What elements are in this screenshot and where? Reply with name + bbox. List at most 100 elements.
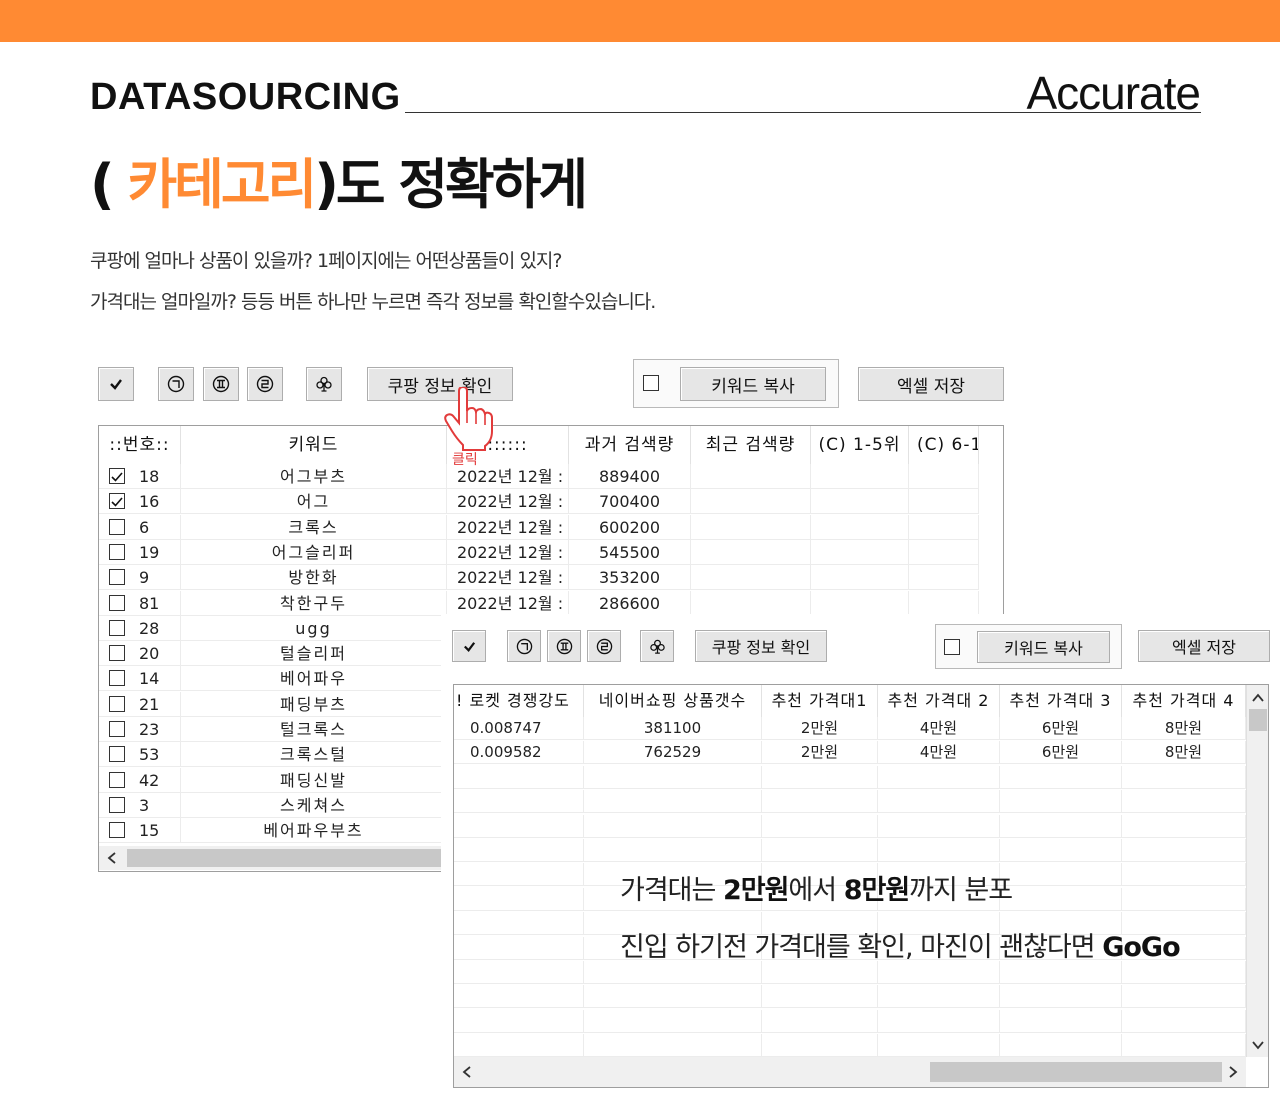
row-checkbox[interactable] — [109, 721, 125, 737]
tagline: Accurate — [1026, 67, 1201, 119]
select-all-checkbox-2[interactable] — [944, 639, 960, 655]
keyword-copy-button-2[interactable]: 키워드 복사 — [977, 631, 1110, 663]
cell-price-3 — [1000, 985, 1122, 1009]
cell-price-1 — [762, 765, 878, 789]
column-header-price-1[interactable]: 추천 가격대1 — [762, 685, 878, 717]
cell-past-volume: 286600 — [569, 590, 691, 616]
row-checkbox[interactable] — [109, 518, 125, 535]
circled-roman-two-icon — [556, 638, 572, 654]
row-checkbox[interactable] — [109, 594, 125, 611]
row-checkbox[interactable] — [109, 468, 125, 484]
column-header-number[interactable]: ::번호:: — [99, 426, 181, 464]
cell-date: 2022년 12월 : — [447, 489, 569, 515]
filter-roman-two-button-2[interactable] — [547, 630, 581, 662]
row-checkbox[interactable] — [109, 645, 125, 662]
check-icon — [111, 472, 123, 482]
cell-price-1 — [762, 961, 878, 984]
cell-number: 18 — [139, 464, 181, 489]
filter-giyeok-button[interactable] — [158, 367, 194, 401]
row-checkbox[interactable] — [109, 619, 125, 636]
column-header-naver-count[interactable]: 네이버쇼핑 상품갯수 — [584, 685, 762, 717]
column-header-price-4[interactable]: 추천 가격대 4 — [1122, 685, 1246, 717]
note-text: 가격대는 — [620, 875, 723, 906]
cell-price-4 — [1122, 863, 1246, 887]
circled-giyeok-icon — [516, 638, 532, 654]
row-checkbox[interactable] — [109, 569, 125, 586]
scroll-down-arrow-icon[interactable] — [1252, 1040, 1264, 1050]
scroll-left-arrow-icon[interactable] — [462, 1066, 472, 1078]
cell-number: 16 — [139, 489, 181, 515]
column-header-price-3[interactable]: 추천 가격대 3 — [1000, 685, 1122, 717]
check-icon — [463, 641, 475, 652]
scroll-left-arrow-icon[interactable] — [107, 852, 117, 864]
cell-price-4 — [1122, 839, 1246, 862]
cell-price-2: 4만원 — [878, 717, 1000, 740]
cell-rocket-competition — [454, 912, 584, 936]
excel-save-button-2[interactable]: 엑셀 저장 — [1138, 630, 1270, 662]
club-button[interactable] — [306, 367, 342, 401]
row-checkbox[interactable] — [109, 670, 125, 687]
cell-rocket-competition: 0.008747 — [454, 717, 584, 740]
description-line-1: 쿠팡에 얼마나 상품이 있을까? 1페이지에는 어떤상품들이 있지? — [90, 250, 562, 272]
result-window: 쿠팡 정보 확인 키워드 복사 엑셀 저장 ! 로켓 경쟁강도 네이버쇼핑 상품… — [441, 614, 1280, 1100]
cell-date: 2022년 12월 : — [447, 514, 569, 540]
table-row[interactable]: 0.008747 381100 2만원 4만원 6만원 8만원 — [454, 717, 1246, 740]
filter-roman-two-button[interactable] — [203, 367, 239, 401]
horizontal-scrollbar-2[interactable] — [454, 1057, 1246, 1087]
table-row — [454, 985, 1246, 1009]
row-checkbox[interactable] — [109, 822, 125, 839]
note-text: 까지 분포 — [909, 875, 1013, 906]
check-all-button[interactable] — [98, 367, 134, 401]
cell-date: 2022년 12월 : — [447, 590, 569, 616]
cell-price-4 — [1122, 887, 1246, 911]
column-header-rocket-competition[interactable]: ! 로켓 경쟁강도 — [454, 685, 584, 717]
table-row[interactable]: 18 어그부츠 2022년 12월 :889400 — [99, 464, 979, 489]
cell-naver-count: 381100 — [584, 717, 762, 740]
table-row[interactable]: 9 방한화 2022년 12월 :353200 — [99, 565, 979, 591]
filter-rieul-button[interactable] — [247, 367, 283, 401]
club-button-2[interactable] — [640, 630, 674, 662]
column-header-c-6[interactable]: (C) 6-1 — [909, 426, 979, 464]
table-row[interactable]: 19 어그슬리퍼 2022년 12월 :545500 — [99, 539, 979, 565]
column-header-c-1-5[interactable]: (C) 1-5위 — [811, 426, 909, 464]
keyword-copy-button[interactable]: 키워드 복사 — [680, 367, 826, 401]
check-icon — [110, 379, 122, 390]
table-row[interactable]: 6 크록스 2022년 12월 :600200 — [99, 514, 979, 540]
column-header-recent-volume[interactable]: 최근 검색량 — [691, 426, 811, 464]
row-checkbox[interactable] — [109, 493, 125, 510]
note-gogo: GoGo — [1102, 932, 1180, 963]
row-checkbox[interactable] — [109, 695, 125, 712]
check-all-button-2[interactable] — [452, 630, 486, 662]
table-row[interactable]: 0.009582 762529 2만원 4만원 6만원 8만원 — [454, 741, 1246, 765]
column-header-past-volume[interactable]: 과거 검색량 — [569, 426, 691, 464]
scroll-right-arrow-icon[interactable] — [1228, 1066, 1238, 1078]
headline-rest: )도 정확하게 — [314, 153, 588, 216]
cell-keyword: 방한화 — [181, 565, 447, 591]
horizontal-scrollbar[interactable] — [99, 846, 445, 870]
cell-price-4 — [1122, 985, 1246, 1009]
column-header-price-2[interactable]: 추천 가격대 2 — [878, 685, 1000, 717]
cell-recent-volume — [691, 514, 811, 540]
scrollbar-thumb-horizontal[interactable] — [127, 849, 445, 867]
cell-number: 14 — [139, 666, 181, 692]
row-checkbox[interactable] — [109, 543, 125, 560]
cell-c-6 — [909, 489, 979, 515]
row-checkbox[interactable] — [109, 796, 125, 813]
excel-save-button[interactable]: 엑셀 저장 — [858, 367, 1004, 401]
filter-giyeok-button-2[interactable] — [507, 630, 541, 662]
cell-price-3 — [1000, 814, 1122, 838]
cell-past-volume: 889400 — [569, 464, 691, 489]
description-line-2: 가격대는 얼마일까? 등등 버튼 하나만 누르면 즉각 정보를 확인할수있습니다… — [90, 291, 656, 313]
coupang-info-button-2[interactable]: 쿠팡 정보 확인 — [695, 630, 827, 662]
row-checkbox[interactable] — [109, 771, 125, 788]
scroll-up-arrow-icon[interactable] — [1252, 693, 1264, 703]
row-checkbox[interactable] — [109, 746, 125, 763]
table-row[interactable]: 81 착한구두 2022년 12월 :286600 — [99, 590, 979, 616]
select-all-checkbox[interactable] — [643, 375, 659, 391]
column-header-keyword[interactable]: 키워드 — [181, 426, 447, 464]
table-row[interactable]: 16 어그 2022년 12월 :700400 — [99, 489, 979, 515]
vertical-scrollbar-2[interactable] — [1246, 685, 1268, 1057]
scrollbar-thumb-2[interactable] — [1249, 709, 1267, 731]
filter-rieul-button-2[interactable] — [587, 630, 621, 662]
scrollbar-thumb-horizontal-2[interactable] — [930, 1062, 1222, 1082]
